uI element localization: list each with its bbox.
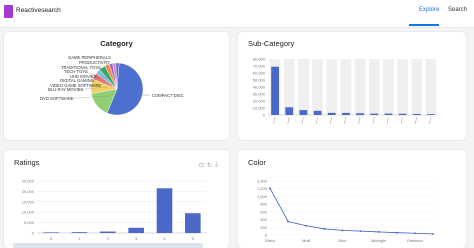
bar-band [283,59,295,115]
line-point [432,232,434,235]
bar-band [340,59,352,115]
line-point [305,224,308,227]
bar-band [312,59,323,115]
y-tick-label: 200 [260,225,267,230]
bar [71,232,88,233]
bar-band [383,59,394,115]
bar [128,227,144,233]
x-tick-label: Blue [338,238,347,243]
bar [327,112,336,115]
y-tick-label: 40,000 [253,85,266,90]
bar-band [368,59,380,115]
x-tick-label: Platinum [407,238,423,243]
bar [43,232,59,233]
bar-band [411,59,423,115]
bar [185,213,201,233]
bar [299,110,308,115]
bar [412,113,421,115]
bar [271,66,279,115]
line-point [413,232,416,235]
y-tick-label: 1,000 [257,194,268,199]
x-tick-label: 3 [135,236,138,241]
bar [156,188,173,233]
x-tick-label: Black [265,238,275,243]
bar [384,113,393,115]
line-point [323,227,326,230]
y-tick-label: 0 [32,231,35,236]
x-tick-label-rotated [287,116,290,125]
x-tick-label-rotated [301,116,304,125]
y-tick-label: 60,000 [253,71,266,76]
bar [342,112,350,115]
bar [356,113,364,115]
y-tick-label: 20,000 [22,189,35,194]
x-tick-label-rotated [344,116,347,125]
x-tick-label-rotated [386,116,389,125]
pie-label: COMPACT DISC [152,93,184,98]
y-tick-label: 10,000 [22,210,35,215]
y-tick-label: 70,000 [253,64,266,69]
y-tick-label: 400 [260,217,267,222]
y-tick-label: 5,000 [24,220,35,225]
x-tick-label: 4 [163,236,166,241]
x-tick-label: 5 [192,236,195,241]
bar [313,110,322,115]
y-tick-label: 25,000 [22,179,35,184]
x-tick-label: 1 [78,236,81,241]
x-tick-label: Multi [302,238,311,243]
x-tick-label: 2 [107,236,110,241]
bar-band [425,59,437,115]
y-tick-label: 1,400 [257,179,268,184]
x-tick-label-rotated [358,116,361,125]
series-line [269,188,434,235]
y-tick-label: 1,200 [257,186,268,191]
y-tick-label: 0 [263,113,266,118]
x-tick-label-rotated [400,116,403,125]
y-tick-label: 30,000 [253,92,266,97]
y-tick-label: 80,000 [253,57,266,62]
x-tick-label: 0 [50,236,53,241]
y-tick-label: 10,000 [253,106,266,111]
bar-band [397,59,408,115]
y-tick-label: 50,000 [253,78,266,83]
bar-band [298,59,309,115]
x-tick-label-rotated [372,116,375,125]
line-point [359,230,362,233]
bar [427,114,435,115]
bar [370,113,379,115]
x-tick-label-rotated [315,116,318,125]
x-tick-label: Midnight [371,238,387,243]
bar-band [354,59,366,115]
line-point [269,187,271,190]
x-tick-label-rotated [429,116,432,125]
x-tick-label-rotated [414,116,418,125]
x-tick-label-rotated [273,116,276,125]
y-tick-label: 0 [265,233,268,238]
y-tick-label: 15,000 [22,199,35,204]
y-tick-label: 600 [260,209,267,214]
y-tick-label: 20,000 [253,99,266,104]
bar [398,113,407,115]
line-point [341,229,344,232]
charts-layer: COMPACT DISCGAME PERIPHERALSPRODUCTIVITY… [22,55,438,243]
bar-band [326,59,338,115]
pie-label: BLU-RAY MOVIES [48,87,83,92]
bar [285,107,294,115]
x-tick-label-rotated [329,116,333,125]
y-tick-label: 800 [260,202,267,207]
line-point [287,220,290,223]
line-point [377,231,380,233]
bar [100,231,116,233]
line-point [395,231,398,234]
